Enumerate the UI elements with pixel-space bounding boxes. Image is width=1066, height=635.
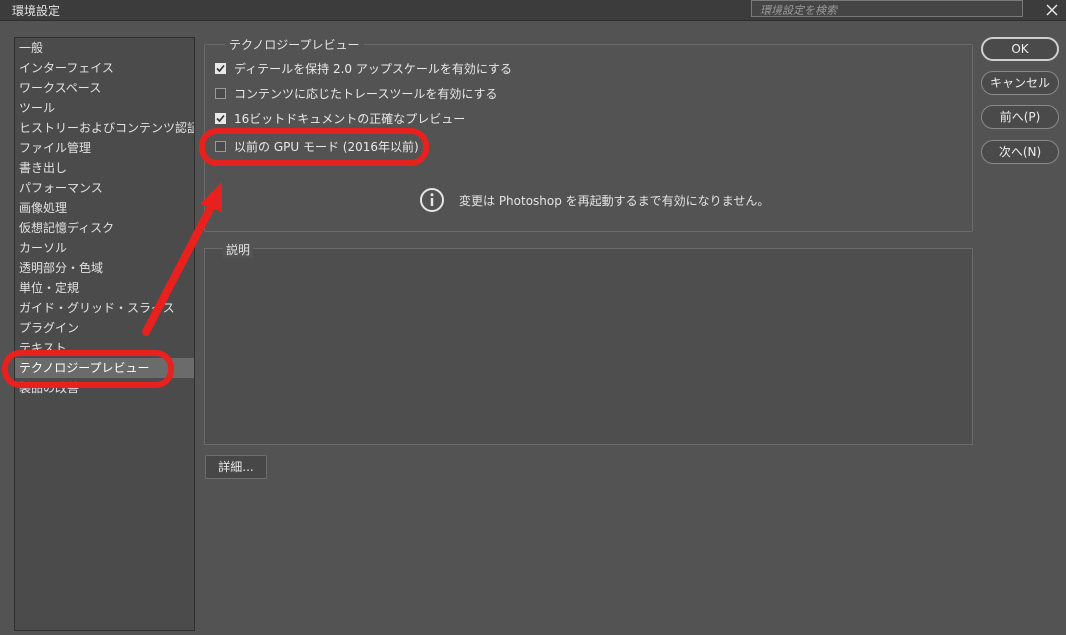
- sidebar-item[interactable]: カーソル: [15, 238, 194, 258]
- checkmark-icon: [216, 64, 225, 72]
- sidebar-item[interactable]: 透明部分・色域: [15, 258, 194, 278]
- preview-option[interactable]: 以前の GPU モード (2016年以前): [215, 138, 419, 154]
- sidebar-item[interactable]: 画像処理: [15, 198, 194, 218]
- close-icon: [1046, 4, 1058, 16]
- sidebar-item[interactable]: テキスト: [15, 338, 194, 358]
- tech-preview-group-title: テクノロジープレビュー: [225, 36, 364, 53]
- sidebar-item[interactable]: ツール: [15, 98, 194, 118]
- sidebar-item[interactable]: テクノロジープレビュー: [15, 358, 194, 378]
- window-title: 環境設定: [12, 4, 61, 18]
- next-button[interactable]: 次へ(N): [981, 140, 1059, 164]
- sidebar-item[interactable]: インターフェイス: [15, 58, 194, 78]
- description-title: 説明: [223, 241, 254, 258]
- preview-option-label: 16ビットドキュメントの正確なプレビュー: [234, 111, 466, 126]
- notice-text: 変更は Photoshop を再起動するまで有効になりません。: [459, 193, 770, 208]
- sidebar-item[interactable]: パフォーマンス: [15, 178, 194, 198]
- preview-option-label: ディテールを保持 2.0 アップスケールを有効にする: [234, 61, 512, 76]
- sidebar-item[interactable]: プラグイン: [15, 318, 194, 338]
- description-panel: 説明: [204, 241, 973, 445]
- restart-notice: 変更は Photoshop を再起動するまで有効になりません。: [419, 187, 769, 213]
- preview-option-label: コンテンツに応じたトレースツールを有効にする: [234, 86, 498, 101]
- tech-preview-group: テクノロジープレビュー ディテールを保持 2.0 アップスケールを有効にする コン…: [204, 36, 973, 232]
- search-input[interactable]: 環境設定を検索: [751, 0, 1023, 17]
- checkbox-checked[interactable]: [215, 62, 226, 74]
- info-icon: [420, 188, 444, 212]
- detail-button[interactable]: 詳細...: [205, 455, 267, 479]
- title-bar: 環境設定 環境設定を検索: [0, 0, 1066, 21]
- ok-button[interactable]: OK: [981, 37, 1059, 61]
- close-button[interactable]: [1041, 0, 1063, 20]
- sidebar-item[interactable]: ガイド・グリッド・スライス: [15, 298, 194, 318]
- checkbox-unchecked[interactable]: [215, 140, 226, 152]
- checkbox-checked[interactable]: [215, 112, 226, 124]
- sidebar-item[interactable]: ファイル管理: [15, 138, 194, 158]
- preview-option-label: 以前の GPU モード (2016年以前): [234, 139, 419, 154]
- sidebar-item[interactable]: 単位・定規: [15, 278, 194, 298]
- preview-option[interactable]: ディテールを保持 2.0 アップスケールを有効にする: [215, 60, 512, 76]
- sidebar-item[interactable]: 仮想記憶ディスク: [15, 218, 194, 238]
- sidebar-item[interactable]: ワークスペース: [15, 78, 194, 98]
- checkbox-unchecked[interactable]: [215, 87, 226, 99]
- sidebar-item[interactable]: 書き出し: [15, 158, 194, 178]
- checkmark-icon: [216, 114, 225, 122]
- preview-option[interactable]: 16ビットドキュメントの正確なプレビュー: [215, 110, 465, 126]
- sidebar-item[interactable]: 一般: [15, 38, 194, 58]
- sidebar-item[interactable]: ヒストリーおよびコンテンツ認証情報: [15, 118, 194, 138]
- prev-button[interactable]: 前へ(P): [981, 105, 1059, 129]
- preview-option[interactable]: コンテンツに応じたトレースツールを有効にする: [215, 85, 498, 101]
- preferences-sidebar: 一般インターフェイスワークスペースツールヒストリーおよびコンテンツ認証情報ファイ…: [14, 37, 195, 631]
- sidebar-item[interactable]: 製品の改善: [15, 378, 194, 398]
- cancel-button[interactable]: キャンセル: [981, 71, 1059, 95]
